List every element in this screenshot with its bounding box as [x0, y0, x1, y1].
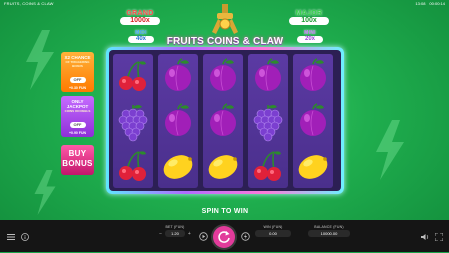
- jackpot-midi-value: 40x: [128, 36, 154, 43]
- jackpot-grand-value: 1000x: [120, 17, 160, 25]
- lemon-icon: [293, 144, 333, 188]
- reel-1: [113, 54, 153, 188]
- jackpot-mini-value: 20x: [297, 36, 323, 43]
- jackpot-midi: MIDI 40x: [128, 30, 154, 43]
- x2-chance-panel[interactable]: X2 CHANCE OF TRIGGERING BONUS OFF +0.30 …: [61, 52, 94, 92]
- jackpot-grand: GRAND 1000x: [120, 10, 160, 25]
- lightning-decoration-icon: [376, 120, 404, 180]
- reel-3: [203, 54, 243, 188]
- lemon-icon: [158, 144, 198, 188]
- grape-icon: [248, 99, 288, 143]
- buy-bonus-line2: BONUS: [62, 159, 93, 168]
- menu-icon[interactable]: [6, 233, 16, 243]
- top-right-info: 13:08 00:00:14: [415, 0, 445, 8]
- lemon-icon: [203, 144, 243, 188]
- session-timer: 00:00:14: [429, 1, 445, 6]
- x2-chance-title: X2 CHANCE: [64, 55, 91, 60]
- plum-icon: [293, 54, 333, 98]
- status-message: SPIN TO WIN: [201, 208, 249, 215]
- info-icon[interactable]: [20, 233, 30, 243]
- balance-value: 10000.00: [308, 230, 350, 237]
- game-title: FRUITS, COINS & CLAW: [4, 1, 54, 6]
- lightning-decoration-icon: [26, 30, 54, 90]
- cherry-icon: [113, 54, 153, 98]
- grape-icon: [113, 99, 153, 143]
- plum-icon: [293, 99, 333, 143]
- bet-decrease-icon[interactable]: −: [159, 231, 162, 237]
- spin-arrow-icon: [218, 231, 230, 243]
- fullscreen-icon[interactable]: [434, 232, 444, 243]
- lightning-decoration-icon: [34, 170, 56, 215]
- jackpot-mini: MINI 20x: [297, 30, 323, 43]
- x2-chance-subtitle: OF TRIGGERING BONUS: [65, 60, 90, 68]
- balance-field: BALANCE (FUN) 10000.00: [308, 225, 350, 237]
- reel-4: [248, 54, 288, 188]
- plum-icon: [158, 99, 198, 143]
- autoplay-icon[interactable]: [198, 232, 208, 242]
- buy-bonus-button[interactable]: BUY BONUS: [61, 145, 94, 175]
- claw-icon: [212, 4, 238, 34]
- jackpot-major: MAJOR 100x: [289, 10, 329, 25]
- plum-icon: [203, 99, 243, 143]
- jackpot-grand-name: GRAND: [126, 10, 154, 17]
- bet-increase-icon[interactable]: +: [188, 231, 191, 237]
- only-jackpot-panel[interactable]: ONLY JACKPOT COINS ON REELS OFF +0.90 FU…: [61, 96, 94, 137]
- cherry-icon: [248, 144, 288, 188]
- turbo-icon[interactable]: [240, 232, 250, 242]
- jackpot-major-value: 100x: [289, 17, 329, 25]
- spin-button[interactable]: [213, 226, 235, 248]
- only-jackpot-toggle[interactable]: OFF: [69, 122, 86, 128]
- plum-icon: [203, 54, 243, 98]
- bet-value: 1.20: [165, 230, 185, 237]
- buy-bonus-line1: BUY: [68, 149, 87, 158]
- bet-field: BET (FUN) − 1.20 +: [155, 225, 195, 237]
- plum-icon: [248, 54, 288, 98]
- plum-icon: [158, 54, 198, 98]
- cherry-icon: [113, 144, 153, 188]
- x2-chance-toggle[interactable]: OFF: [69, 77, 86, 83]
- sound-icon[interactable]: [420, 233, 430, 243]
- x2-chance-cost: +0.30 FUN: [68, 86, 87, 90]
- jackpot-major-name: MAJOR: [295, 10, 323, 17]
- clock: 13:08: [415, 1, 426, 6]
- win-value: 0.00: [255, 230, 291, 237]
- only-jackpot-cost: +0.90 FUN: [68, 131, 87, 135]
- only-jackpot-subtitle: COINS ON REELS: [64, 109, 91, 113]
- only-jackpot-title: ONLY JACKPOT: [66, 99, 89, 109]
- reel-5: [293, 54, 333, 188]
- win-field: WIN (FUN) 0.00: [255, 225, 291, 237]
- reel-2: [158, 54, 198, 188]
